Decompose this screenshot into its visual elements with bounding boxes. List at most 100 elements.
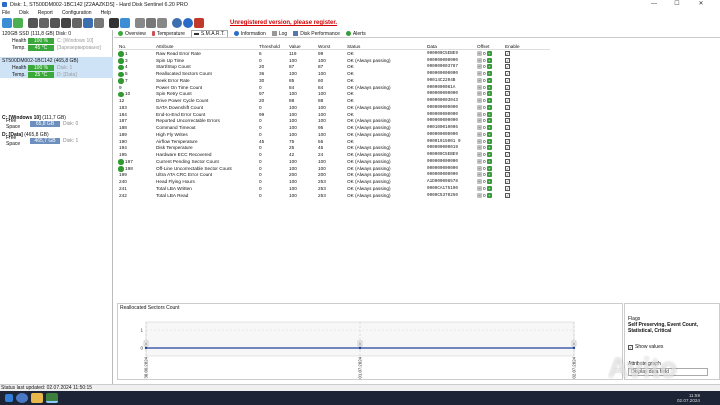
offset-decrease-button[interactable]: − <box>477 57 482 63</box>
col-value[interactable]: Value <box>289 44 318 49</box>
offset-decrease-button[interactable]: − <box>477 84 482 90</box>
explorer-icon[interactable] <box>31 393 43 403</box>
offset-increase-button[interactable]: + <box>486 84 492 90</box>
enable-checkbox[interactable]: ✓ <box>505 179 510 185</box>
offset-increase-button[interactable]: + <box>486 165 492 171</box>
offset-increase-button[interactable]: + <box>486 50 492 56</box>
disk-entry-0[interactable]: 120GB SSD (111,8 GB) Disk: 0 Health 100 %… <box>0 30 113 51</box>
table-row[interactable]: 240 Head Flying Hours 0 100 253 OK (Always pa… <box>118 178 550 185</box>
enable-checkbox[interactable]: ✓ <box>505 172 510 178</box>
menu-disk[interactable]: Disk <box>19 10 29 16</box>
table-row[interactable]: 190 Airflow Temperature 45 75 55 OK 0000191500… <box>118 138 550 145</box>
enable-checkbox[interactable]: ✓ <box>505 138 510 144</box>
surface-test-icon[interactable] <box>50 18 60 28</box>
offset-decrease-button[interactable]: − <box>477 91 482 97</box>
enable-checkbox[interactable]: ✓ <box>505 152 510 158</box>
show-values-option[interactable]: ✓ Show values <box>628 344 663 350</box>
tools-icon[interactable] <box>146 18 156 28</box>
enable-checkbox[interactable]: ✓ <box>505 145 510 151</box>
print-icon[interactable] <box>94 18 104 28</box>
table-row[interactable]: 199 Ultra ATA CRC Error Count 0 200 200 OK (A… <box>118 172 550 179</box>
enable-checkbox[interactable]: ✓ <box>505 118 510 124</box>
offset-increase-button[interactable]: + <box>486 158 492 164</box>
unregistered-link[interactable]: Unregistered version, please register. <box>230 20 337 26</box>
enable-checkbox[interactable]: ✓ <box>505 131 510 137</box>
enable-checkbox[interactable]: ✓ <box>505 192 510 198</box>
table-row[interactable]: 5 Reallocated Sectors Count 36 100 100 OK 0000… <box>118 70 550 78</box>
offset-decrease-button[interactable]: − <box>477 152 482 158</box>
show-values-checkbox[interactable]: ✓ <box>628 344 633 350</box>
offset-decrease-button[interactable]: − <box>477 179 482 185</box>
offset-decrease-button[interactable]: − <box>477 104 482 110</box>
disk-manager-icon[interactable] <box>157 18 167 28</box>
help-icon[interactable] <box>172 18 182 28</box>
tab-log[interactable]: Log <box>271 31 287 37</box>
report-icon[interactable] <box>83 18 93 28</box>
close-button[interactable]: ✕ <box>692 0 710 9</box>
table-row[interactable]: 4 Start/Stop Count 20 87 87 OK 000000003787 −0 +… <box>118 64 550 71</box>
offset-increase-button[interactable]: + <box>486 64 492 70</box>
hd-sentinel-taskbar-icon[interactable] <box>46 393 58 403</box>
disk-test-icon[interactable] <box>39 18 49 28</box>
table-row[interactable]: 242 Total LBA Read 0 100 253 OK (Always passi… <box>118 192 550 199</box>
tab-temperature[interactable]: Temperature <box>151 31 185 37</box>
table-row[interactable]: 183 SATA Downshift Count 0 100 100 OK (Always… <box>118 104 550 111</box>
table-row[interactable]: 3 Spin Up Time 0 100 100 OK (Always passing) 0… <box>118 57 550 64</box>
table-row[interactable]: 198 Off-Line Uncorrectable Sector Count 0 1… <box>118 165 550 172</box>
table-row[interactable]: 184 End-to-End Error Count 99 100 100 OK 00000… <box>118 111 550 118</box>
offset-decrease-button[interactable]: − <box>477 77 482 83</box>
volume-entry-c[interactable]: C: [Windows 10] (111,7 GB) Free Space 65,… <box>0 114 113 130</box>
repair-icon[interactable] <box>61 18 71 28</box>
offset-decrease-button[interactable]: − <box>477 165 482 171</box>
minimize-button[interactable]: — <box>645 0 663 9</box>
offset-increase-button[interactable]: + <box>486 152 492 158</box>
enable-checkbox[interactable]: ✓ <box>505 71 510 77</box>
start-icon[interactable] <box>5 394 13 402</box>
enable-checkbox[interactable]: ✓ <box>505 111 510 117</box>
offset-decrease-button[interactable]: − <box>477 172 482 178</box>
table-row[interactable]: 189 High Fly Writes 0 100 100 OK (Always pass… <box>118 131 550 138</box>
refresh-all-icon[interactable] <box>13 18 23 28</box>
enable-checkbox[interactable]: ✓ <box>505 64 510 70</box>
offset-increase-button[interactable]: + <box>486 185 492 191</box>
offset-decrease-button[interactable]: − <box>477 138 482 144</box>
offset-decrease-button[interactable]: − <box>477 131 482 137</box>
offset-increase-button[interactable]: + <box>486 91 492 97</box>
table-row[interactable]: 12 Drive Power Cycle Count 20 88 88 OK 0000000… <box>118 97 550 104</box>
table-row[interactable]: 10 Spin Retry Count 97 100 100 OK 000000000000… <box>118 91 550 98</box>
enable-checkbox[interactable]: ✓ <box>505 50 510 56</box>
offset-decrease-button[interactable]: − <box>477 192 482 198</box>
alert-icon[interactable] <box>120 18 130 28</box>
offset-decrease-button[interactable]: − <box>477 158 482 164</box>
col-attribute[interactable]: Attribute <box>126 44 259 49</box>
table-row[interactable]: 188 Command Timeout 0 100 95 OK (Always passi… <box>118 124 550 131</box>
offset-increase-button[interactable]: + <box>486 138 492 144</box>
tab-disk-performance[interactable]: Disk Performance <box>293 31 340 37</box>
offset-decrease-button[interactable]: − <box>477 71 482 77</box>
table-row[interactable]: 197 Current Pending Sector Count 0 100 100 OK… <box>118 158 550 165</box>
menu-configuration[interactable]: Configuration <box>62 10 92 16</box>
offset-increase-button[interactable]: + <box>486 104 492 110</box>
enable-checkbox[interactable]: ✓ <box>505 98 510 104</box>
offset-increase-button[interactable]: + <box>486 118 492 124</box>
offset-increase-button[interactable]: + <box>486 57 492 63</box>
table-row[interactable]: 241 Total LBA Written 0 100 253 OK (Always pa… <box>118 185 550 192</box>
enable-checkbox[interactable]: ✓ <box>505 77 510 83</box>
offset-increase-button[interactable]: + <box>486 192 492 198</box>
settings-icon[interactable] <box>135 18 145 28</box>
offset-decrease-button[interactable]: − <box>477 111 482 117</box>
offset-increase-button[interactable]: + <box>486 145 492 151</box>
disk-icon[interactable] <box>28 18 38 28</box>
maximize-button[interactable]: ☐ <box>668 0 686 9</box>
disk-entry-1[interactable]: ST500DM002-1BC142 (465,8 GB) Health 100 %… <box>0 57 113 78</box>
table-row[interactable]: 7 Seek Error Rate 30 85 60 OK 00014C2204B −0 + ✓ <box>118 77 550 84</box>
enable-checkbox[interactable]: ✓ <box>505 165 510 171</box>
enable-checkbox[interactable]: ✓ <box>505 185 510 191</box>
offset-increase-button[interactable]: + <box>486 125 492 131</box>
offset-increase-button[interactable]: + <box>486 111 492 117</box>
col-worst[interactable]: Worst <box>318 44 347 49</box>
tab-smart[interactable]: S.M.A.R.T. <box>190 30 228 37</box>
offset-decrease-button[interactable]: − <box>477 145 482 151</box>
offset-decrease-button[interactable]: − <box>477 64 482 70</box>
offset-decrease-button[interactable]: − <box>477 50 482 56</box>
